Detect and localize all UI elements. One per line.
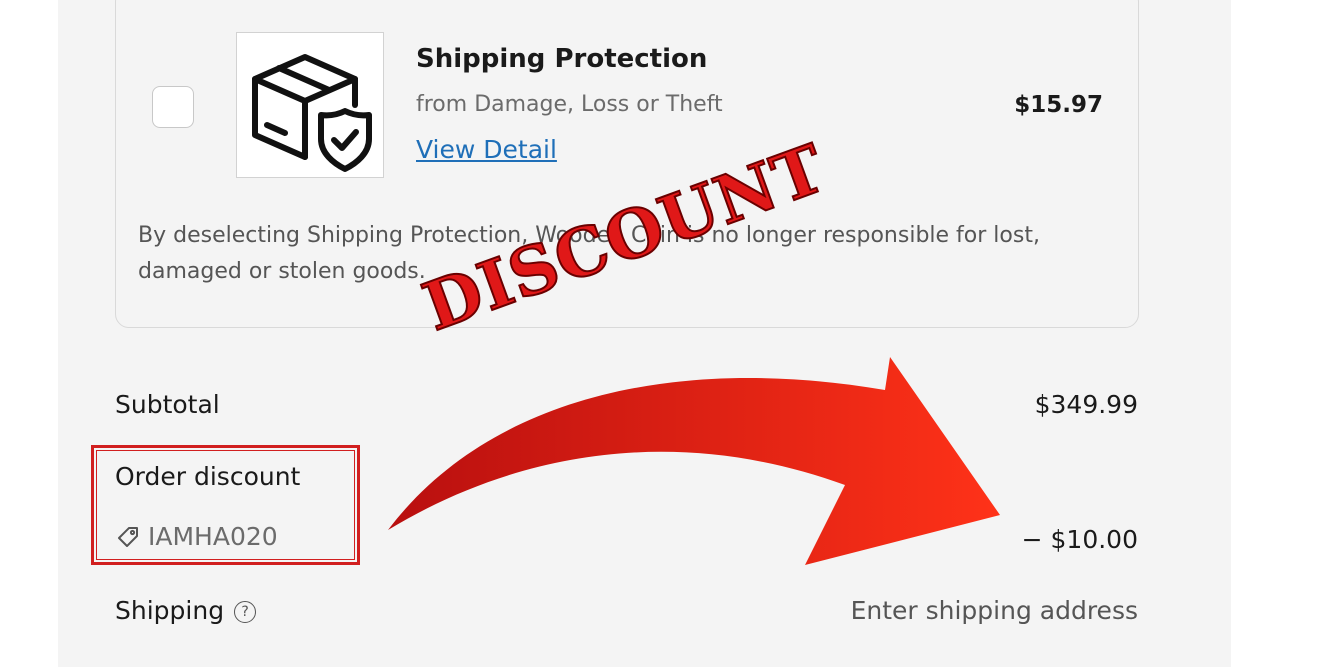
shipping-label: Shipping?: [115, 596, 257, 625]
subtotal-label: Subtotal: [115, 390, 220, 419]
shipping-value: Enter shipping address: [850, 596, 1138, 625]
discount-code: IAMHA020: [116, 522, 278, 551]
discount-value: − $10.00: [1021, 525, 1138, 554]
view-detail-link[interactable]: View Detail: [416, 135, 557, 164]
shipping-label-text: Shipping: [115, 596, 225, 625]
shipping-protection-checkbox[interactable]: [152, 86, 194, 128]
help-icon[interactable]: ?: [234, 601, 257, 623]
order-discount-label: Order discount: [115, 462, 301, 491]
subtotal-value: $349.99: [1034, 390, 1138, 419]
product-subtitle: from Damage, Loss or Theft: [416, 92, 723, 117]
product-title: Shipping Protection: [416, 44, 708, 74]
product-thumbnail: [236, 32, 384, 178]
red-curved-arrow: [388, 357, 1000, 565]
discount-code-text: IAMHA020: [148, 522, 278, 551]
tag-icon: [118, 526, 138, 547]
product-price: $15.97: [1014, 92, 1103, 118]
package-shield-icon: [252, 54, 372, 172]
